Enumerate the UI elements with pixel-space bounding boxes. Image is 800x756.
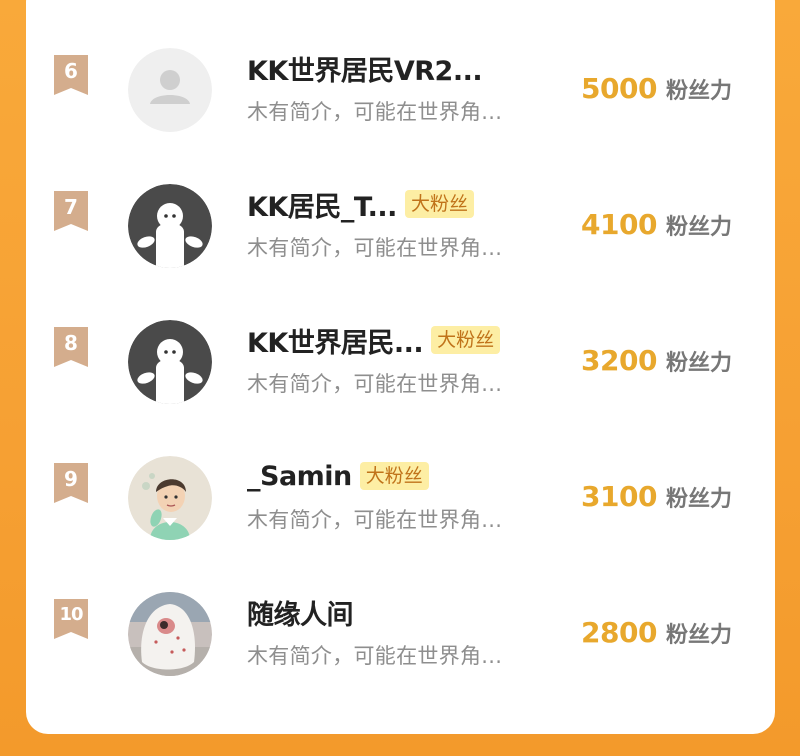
big-fan-badge: 大粉丝 <box>431 326 501 354</box>
ghost-avatar-icon <box>128 320 212 404</box>
score-value: 4100 <box>581 208 657 241</box>
user-bio: 木有简介，可能在世界角... <box>247 508 503 532</box>
user-bio: 木有简介，可能在世界角... <box>247 644 503 668</box>
score-unit: 粉丝力 <box>665 351 732 376</box>
user-name[interactable]: KK世界居民... <box>247 321 424 360</box>
user-name[interactable]: 随缘人间 <box>247 593 354 632</box>
avatar[interactable] <box>128 592 212 676</box>
rank-badge: 8 <box>52 327 90 367</box>
rank-badge: 6 <box>52 55 90 95</box>
big-fan-badge: 大粉丝 <box>359 462 429 490</box>
avatar[interactable] <box>128 184 212 268</box>
fan-power-score: 3200 粉丝力 <box>581 344 732 377</box>
photo-avatar <box>128 592 212 676</box>
score-value: 2800 <box>581 616 657 649</box>
fan-power-score: 2800 粉丝力 <box>581 616 732 649</box>
fan-power-score: 4100 粉丝力 <box>581 208 732 241</box>
rank-badge: 10 <box>52 599 90 639</box>
user-bio: 木有简介，可能在世界角... <box>247 372 503 396</box>
big-fan-badge: 大粉丝 <box>404 190 474 218</box>
ranking-row[interactable]: 6 KK世界居民VR2... 木有简介，可能在世界角... 5000 粉丝力 <box>26 2 775 138</box>
score-unit: 粉丝力 <box>665 79 732 104</box>
avatar[interactable] <box>128 48 212 132</box>
fan-power-score: 3100 粉丝力 <box>581 480 732 513</box>
user-bio: 木有简介，可能在世界角... <box>247 100 503 124</box>
user-bio: 木有简介，可能在世界角... <box>247 236 503 260</box>
user-name[interactable]: KK居民_T... <box>247 185 397 224</box>
default-user-icon <box>128 48 212 132</box>
cartoon-boy-avatar <box>128 456 212 540</box>
avatar[interactable] <box>128 320 212 404</box>
ranking-row[interactable]: 7 KK居民_T... 大粉丝 木有简介，可能在世界角... 4100 粉丝力 <box>26 138 775 274</box>
rank-badge: 9 <box>52 463 90 503</box>
rank-badge: 7 <box>52 191 90 231</box>
score-unit: 粉丝力 <box>665 487 732 512</box>
score-value: 3200 <box>581 344 657 377</box>
user-name[interactable]: KK世界居民VR2... <box>247 49 483 88</box>
rank-number: 8 <box>64 331 78 355</box>
ranking-row[interactable]: 9 _Samin 大粉丝 木有简介，可能在世界角... 3100 粉丝力 <box>26 410 775 546</box>
ghost-avatar-icon <box>128 184 212 268</box>
avatar[interactable] <box>128 456 212 540</box>
score-value: 5000 <box>581 72 657 105</box>
ranking-row[interactable]: 8 KK世界居民... 大粉丝 木有简介，可能在世界角... 3200 粉丝力 <box>26 274 775 410</box>
fan-power-score: 5000 粉丝力 <box>581 72 732 105</box>
score-unit: 粉丝力 <box>665 623 732 648</box>
user-name[interactable]: _Samin <box>247 461 352 492</box>
rank-number: 9 <box>64 467 78 491</box>
score-unit: 粉丝力 <box>665 215 732 240</box>
rank-number: 7 <box>64 195 78 219</box>
ranking-card: 6 KK世界居民VR2... 木有简介，可能在世界角... 5000 粉丝力 7 <box>26 0 775 734</box>
rank-number: 10 <box>59 604 83 625</box>
score-value: 3100 <box>581 480 657 513</box>
ranking-row[interactable]: 10 随缘人间 木有简介，可能在世界角... 2800 粉丝力 <box>26 546 775 682</box>
rank-number: 6 <box>64 59 78 83</box>
